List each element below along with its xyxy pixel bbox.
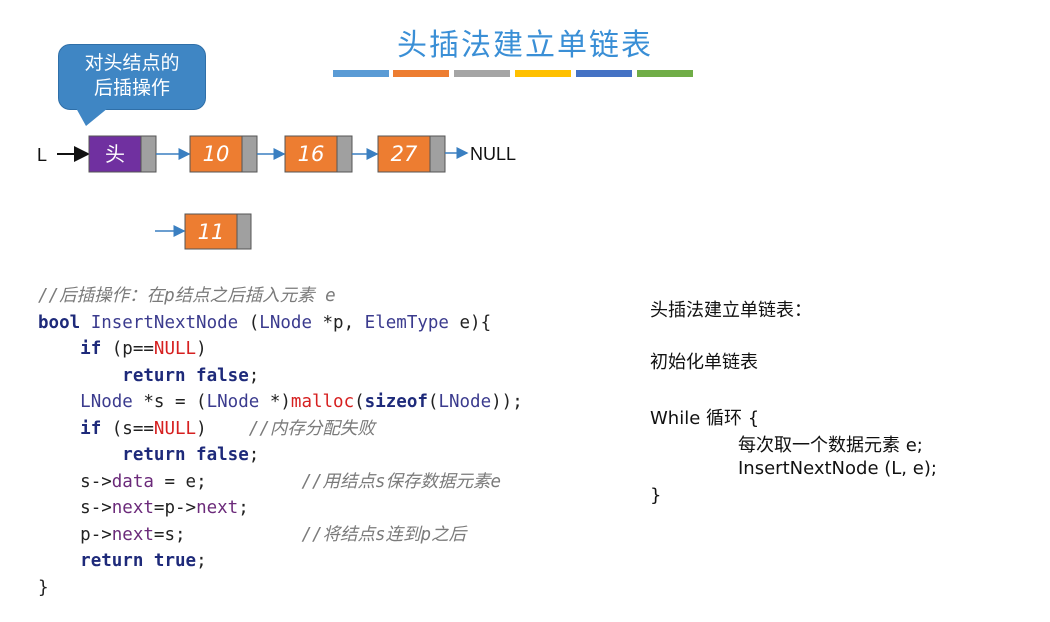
list-node-next	[429, 135, 446, 173]
code-line-3: return false;	[122, 365, 260, 386]
code-line-9: p->next=s;	[80, 524, 186, 545]
list-node-label: 27	[391, 142, 418, 166]
code-line-8: s->next=p->next;	[80, 498, 249, 518]
head-node-label: 头	[105, 142, 125, 166]
code-line-6: return false;	[122, 445, 260, 465]
side-loop-body-2: InsertNextNode (L, e);	[738, 458, 937, 479]
side-loop-close: }	[650, 485, 662, 506]
side-loop-body-1: 每次取一个数据元素 e;	[738, 435, 923, 456]
code-block: //后插操作：在p结点之后插入元素 e bool InsertNextNode …	[38, 286, 523, 598]
code-line-10: return true;	[80, 551, 207, 571]
code-line-2: if (p==NULL)	[80, 339, 207, 359]
head-pointer-label: L	[37, 145, 47, 165]
new-node-next	[236, 213, 252, 250]
code-comment-alloc: //内存分配失败	[248, 418, 375, 439]
list-node-next	[241, 135, 258, 173]
new-node-label: 11	[198, 220, 225, 244]
code-line-4: LNode *s = (LNode *)malloc(sizeof(LNode)…	[80, 392, 523, 412]
side-init: 初始化单链表	[650, 352, 758, 373]
list-node-label: 16	[298, 142, 325, 166]
null-label: NULL	[470, 144, 516, 164]
linked-list-diagram: L 头 10 16 27 NULL 11	[37, 135, 516, 250]
code-line-5: if (s==NULL)	[80, 418, 207, 439]
list-node-next	[336, 135, 353, 173]
code-line-1: bool InsertNextNode (LNode *p, ElemType …	[38, 312, 492, 333]
code-comment-link: //将结点s连到p之后	[301, 524, 467, 545]
side-heading: 头插法建立单链表：	[650, 300, 812, 321]
list-node-label: 10	[203, 142, 230, 166]
code-line-7: s->data = e;	[80, 471, 207, 492]
code-comment-data: //用结点s保存数据元素e	[301, 471, 502, 492]
code-comment-header: //后插操作：在p结点之后插入元素 e	[38, 286, 336, 306]
side-loop-open: While 循环 {	[650, 408, 760, 429]
head-node-next	[140, 135, 157, 173]
